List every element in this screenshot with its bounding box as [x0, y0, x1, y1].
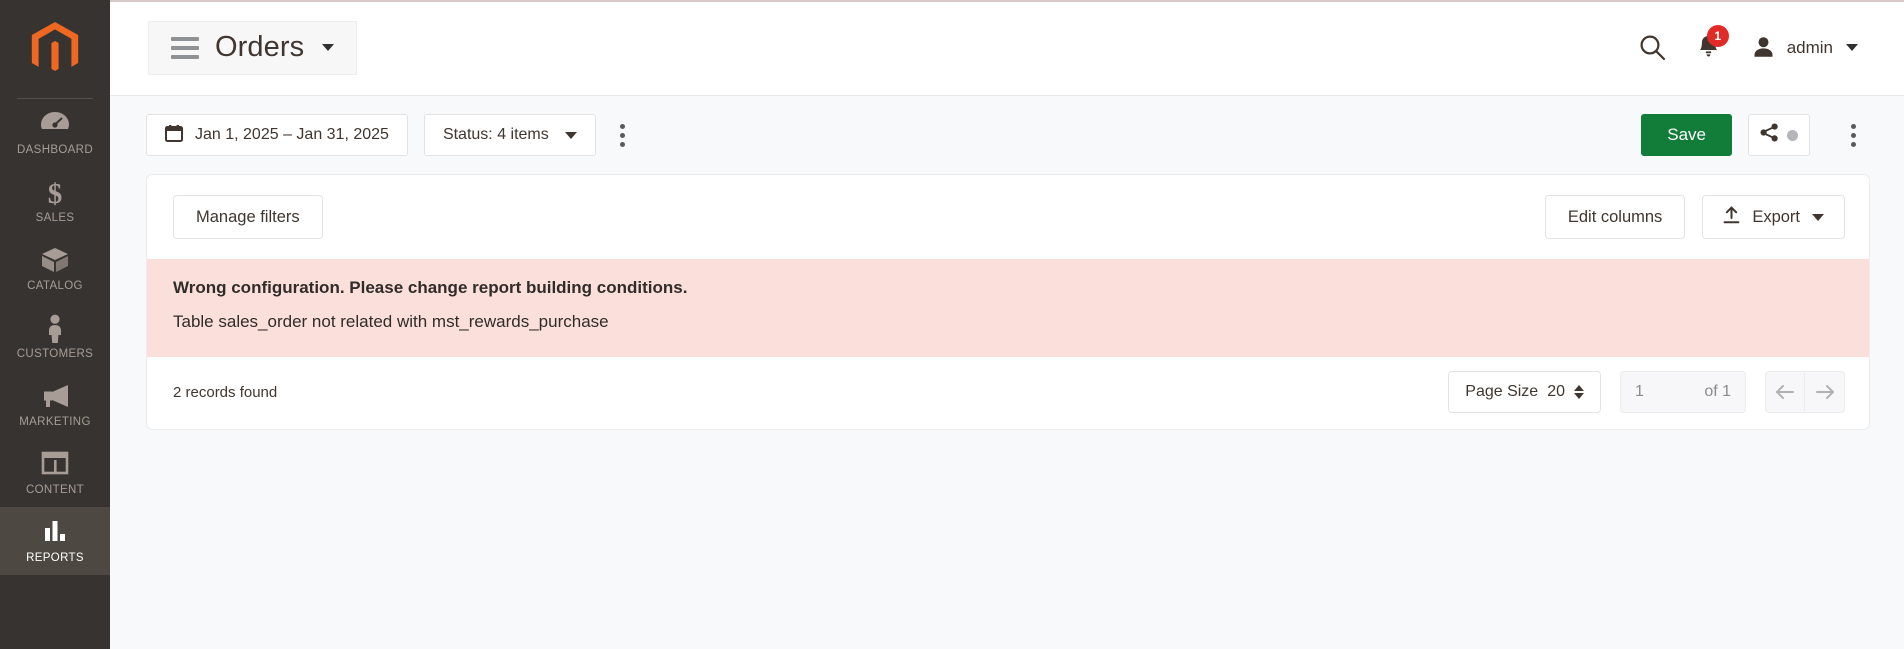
sidebar-item-dashboard[interactable]: DASHBOARD [0, 99, 110, 167]
box-icon [4, 246, 106, 276]
account-menu[interactable]: admin [1751, 35, 1858, 60]
chevron-down-icon [564, 131, 577, 139]
report-card: Manage filters Edit columns Export Wrong… [146, 174, 1870, 430]
admin-page: DASHBOARD $ SALES CATALOG CUSTOMERS MARK… [0, 0, 1904, 649]
bar-chart-icon [4, 518, 106, 548]
page-size-selector[interactable]: Page Size 20 [1448, 371, 1601, 413]
toolbar-right-actions: Save [1641, 114, 1870, 156]
chevron-down-icon[interactable] [1846, 44, 1858, 51]
sidebar-item-label: CUSTOMERS [16, 348, 94, 360]
card-footer: 2 records found Page Size 20 of 1 [147, 357, 1869, 429]
share-button[interactable] [1748, 114, 1810, 156]
share-icon [1760, 123, 1779, 147]
sidebar-item-customers[interactable]: CUSTOMERS [0, 303, 110, 371]
status-filter[interactable]: Status: 4 items [423, 114, 596, 156]
stepper-icon [1574, 385, 1584, 399]
report-toolbar: Jan 1, 2025 – Jan 31, 2025 Status: 4 ite… [110, 96, 1904, 174]
sidebar-item-content[interactable]: CONTENT [0, 439, 110, 507]
sidebar-item-label: MARKETING [19, 416, 91, 428]
error-detail: Table sales_order not related with mst_r… [173, 312, 609, 331]
dollar-sign-icon: $ [4, 178, 106, 208]
notification-badge: 1 [1706, 25, 1729, 47]
dashboard-gauge-icon [4, 110, 106, 140]
card-toolbar-right: Edit columns Export [1544, 195, 1845, 239]
pagination-arrows [1765, 371, 1845, 413]
page-more-menu-icon[interactable] [1836, 114, 1870, 156]
page-number-box[interactable]: of 1 [1620, 371, 1746, 413]
status-filter-value: Status: 4 items [442, 126, 549, 143]
previous-page-button[interactable] [1765, 371, 1805, 413]
total-pages-label: of 1 [1704, 383, 1731, 400]
sidebar-item-label: SALES [35, 212, 75, 224]
report-card-area: Manage filters Edit columns Export Wrong… [110, 174, 1904, 430]
arrow-left-icon [1776, 385, 1794, 399]
save-button[interactable]: Save [1641, 114, 1732, 156]
megaphone-icon [4, 382, 106, 412]
top-hairline [110, 0, 1904, 2]
error-title: Wrong configuration. Please change repor… [173, 278, 688, 297]
notifications-bell-icon[interactable]: 1 [1696, 25, 1729, 61]
next-page-button[interactable] [1805, 371, 1845, 413]
toolbar-more-menu-icon[interactable] [606, 114, 640, 156]
search-icon[interactable] [1639, 34, 1666, 61]
main-content: Orders 1 admin Jan 1, 2025 – Jan 31, 202… [110, 0, 1904, 649]
magento-logo-icon [29, 21, 81, 77]
calendar-icon [165, 124, 183, 147]
pagination-controls: Page Size 20 of 1 [1448, 371, 1845, 413]
page-title-menu[interactable]: Orders [148, 20, 358, 75]
error-message-banner: Wrong configuration. Please change repor… [147, 259, 1869, 357]
sidebar-item-reports[interactable]: REPORTS [0, 507, 110, 575]
sidebar-item-label: CATALOG [27, 280, 83, 292]
page-header: Orders 1 admin [110, 0, 1904, 96]
page-number-input[interactable] [1635, 383, 1675, 401]
logo-container[interactable] [0, 0, 110, 98]
upload-icon [1723, 206, 1740, 229]
page-size-value: 20 [1547, 383, 1565, 400]
hamburger-menu-icon[interactable] [171, 36, 199, 59]
layout-panel-icon [4, 450, 106, 480]
records-found-label: 2 records found [173, 383, 278, 401]
header-actions: 1 admin [1639, 25, 1870, 61]
account-name: admin [1786, 37, 1833, 57]
chevron-down-icon [1812, 213, 1824, 221]
export-label: Export [1752, 207, 1800, 226]
manage-filters-button[interactable]: Manage filters [173, 195, 323, 239]
sidebar-item-marketing[interactable]: MARKETING [0, 371, 110, 439]
person-icon [4, 314, 106, 344]
user-avatar-icon [1751, 35, 1776, 60]
sidebar: DASHBOARD $ SALES CATALOG CUSTOMERS MARK… [0, 0, 110, 649]
arrow-right-icon [1815, 385, 1834, 399]
sidebar-item-catalog[interactable]: CATALOG [0, 235, 110, 303]
svg-text:$: $ [48, 178, 63, 208]
page-title: Orders [215, 31, 305, 63]
date-range-filter[interactable]: Jan 1, 2025 – Jan 31, 2025 [146, 114, 408, 156]
sidebar-item-label: DASHBOARD [17, 144, 93, 156]
export-button[interactable]: Export [1702, 195, 1845, 239]
card-toolbar: Manage filters Edit columns Export [147, 175, 1869, 259]
share-status-dot [1787, 129, 1798, 141]
date-range-value: Jan 1, 2025 – Jan 31, 2025 [195, 126, 389, 143]
edit-columns-button[interactable]: Edit columns [1544, 195, 1686, 239]
chevron-down-icon[interactable] [322, 44, 335, 51]
sidebar-item-sales[interactable]: $ SALES [0, 167, 110, 235]
page-size-label: Page Size [1465, 383, 1539, 400]
sidebar-item-label: CONTENT [25, 484, 85, 496]
sidebar-nav: DASHBOARD $ SALES CATALOG CUSTOMERS MARK… [0, 99, 110, 575]
sidebar-item-label: REPORTS [26, 552, 84, 564]
